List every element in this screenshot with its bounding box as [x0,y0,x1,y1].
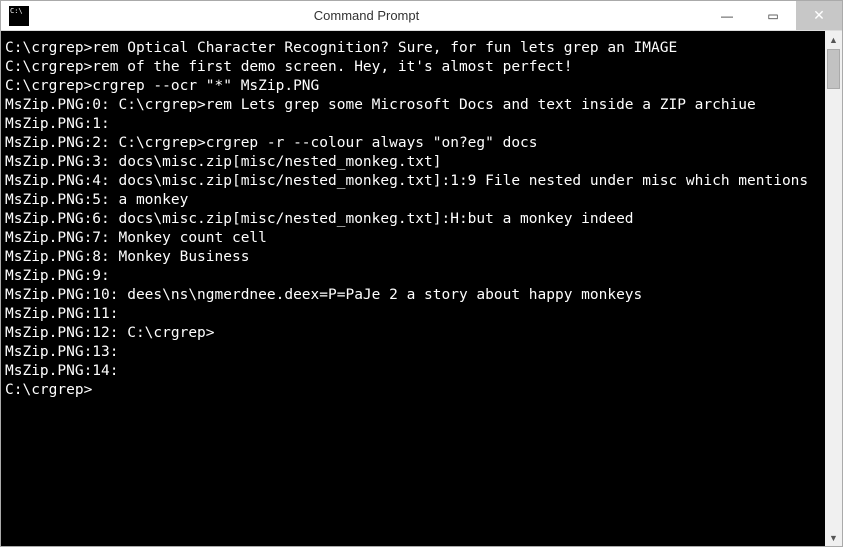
terminal-line: MsZip.PNG:2: C:\crgrep>crgrep -r --colou… [5,134,821,153]
terminal-line: C:\crgrep>rem of the first demo screen. … [5,58,821,77]
terminal-area: C:\crgrep>rem Optical Character Recognit… [1,31,842,546]
terminal-line: MsZip.PNG:1: [5,115,821,134]
terminal-line: MsZip.PNG:8: Monkey Business [5,248,821,267]
scroll-thumb[interactable] [827,49,840,89]
terminal-line: MsZip.PNG:4: docs\misc.zip[misc/nested_m… [5,172,821,191]
close-button[interactable]: ✕ [796,1,842,30]
titlebar[interactable]: Command Prompt — ▭ ✕ [1,1,842,31]
terminal-line: MsZip.PNG:5: a monkey [5,191,821,210]
terminal-line: C:\crgrep>crgrep --ocr "*" MsZip.PNG [5,77,821,96]
window-title: Command Prompt [29,8,704,23]
terminal-output[interactable]: C:\crgrep>rem Optical Character Recognit… [1,31,825,546]
terminal-line: MsZip.PNG:9: [5,267,821,286]
terminal-line: C:\crgrep> [5,381,821,400]
vertical-scrollbar[interactable]: ▲ ▼ [825,31,842,546]
terminal-line: MsZip.PNG:0: C:\crgrep>rem Lets grep som… [5,96,821,115]
terminal-line: MsZip.PNG:12: C:\crgrep> [5,324,821,343]
app-icon [9,6,29,26]
terminal-line: MsZip.PNG:13: [5,343,821,362]
window-controls: — ▭ ✕ [704,1,842,30]
command-prompt-window: Command Prompt — ▭ ✕ C:\crgrep>rem Optic… [0,0,843,547]
terminal-line: C:\crgrep>rem Optical Character Recognit… [5,39,821,58]
terminal-line: MsZip.PNG:11: [5,305,821,324]
terminal-line: MsZip.PNG:14: [5,362,821,381]
terminal-line: MsZip.PNG:10: dees\ns\ngmerdnee.deex=P=P… [5,286,821,305]
terminal-line: MsZip.PNG:7: Monkey count cell [5,229,821,248]
maximize-button[interactable]: ▭ [750,1,796,30]
scroll-up-arrow[interactable]: ▲ [825,31,842,48]
minimize-button[interactable]: — [704,1,750,30]
terminal-line: MsZip.PNG:3: docs\misc.zip[misc/nested_m… [5,153,821,172]
terminal-line: MsZip.PNG:6: docs\misc.zip[misc/nested_m… [5,210,821,229]
scroll-down-arrow[interactable]: ▼ [825,529,842,546]
